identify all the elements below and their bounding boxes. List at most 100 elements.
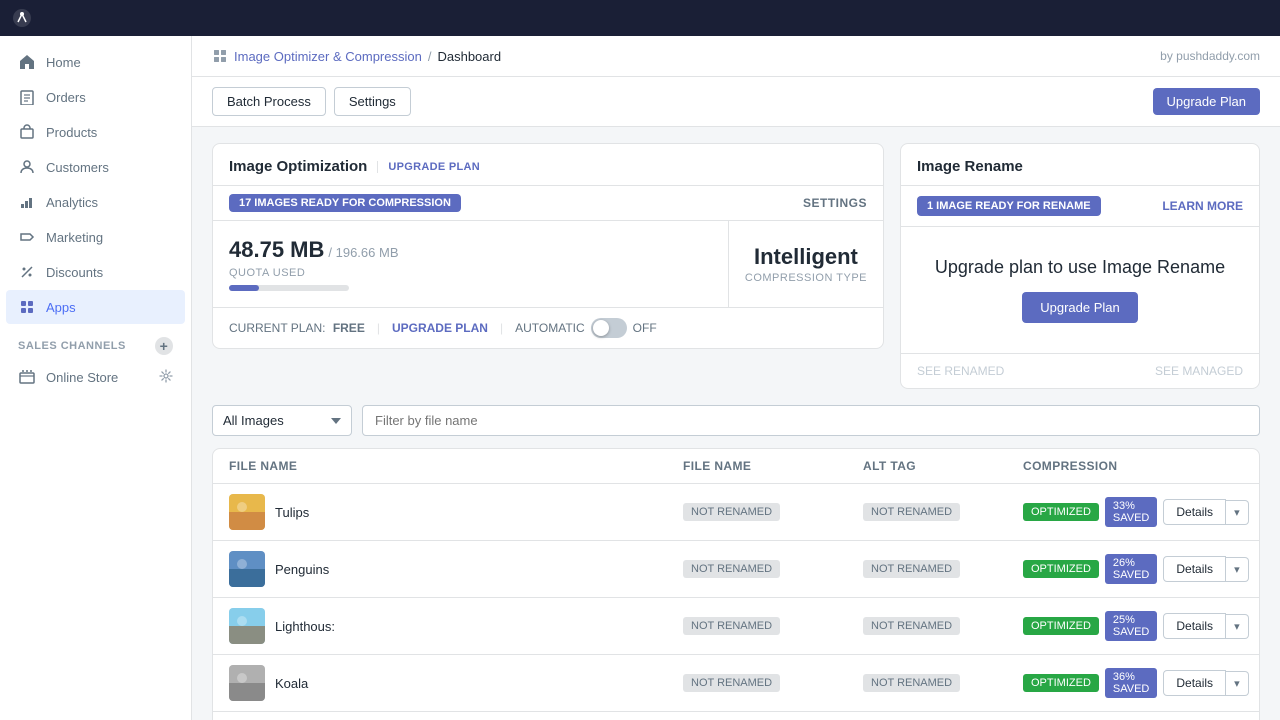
filename-tag: NOT RENAMED [683,674,780,692]
details-button[interactable]: Details [1163,499,1226,525]
saved-tag: 25% SAVED [1105,611,1157,641]
col-header-filename: File name [229,459,683,473]
sidebar-label-online-store: Online Store [46,370,118,385]
compression-cell: OPTIMIZED 36% SAVED Details ▾ [1023,668,1243,698]
online-store-settings-icon[interactable] [159,369,173,386]
sidebar-label-orders: Orders [46,90,86,105]
thumbnail [229,608,265,644]
details-dropdown-arrow[interactable]: ▾ [1226,614,1249,639]
filename-tag: NOT RENAMED [683,503,780,521]
image-optimization-panel: Image Optimization UPGRADE PLAN 17 IMAGE… [212,143,884,389]
optimization-upgrade-link[interactable]: UPGRADE PLAN [377,161,480,173]
saved-tag: 36% SAVED [1105,668,1157,698]
file-name-cell: Koala [229,665,683,701]
settings-button[interactable]: Settings [334,87,411,116]
see-renamed-link[interactable]: SEE RENAMED [917,364,1004,378]
thumbnail [229,551,265,587]
details-btn-group: Details ▾ [1163,613,1248,639]
optimization-card: Image Optimization UPGRADE PLAN 17 IMAGE… [212,143,884,349]
file-name-text: Tulips [275,505,309,520]
filter-row: All Images Optimized Not Optimized [212,405,1260,436]
batch-process-button[interactable]: Batch Process [212,87,326,116]
main-layout: Home Orders Products Customers Analytics [0,36,1280,720]
see-managed-link[interactable]: SEE MANAGED [1155,364,1243,378]
alt-tag: NOT RENAMED [863,674,960,692]
toolbar: Batch Process Settings Upgrade Plan [192,77,1280,127]
sidebar-item-orders[interactable]: Orders [6,80,185,114]
automatic-label: AUTOMATIC [515,321,585,335]
rename-badge-row: 1 IMAGE READY FOR RENAME LEARN MORE [901,185,1259,226]
marketing-icon [18,228,36,246]
status-tag: OPTIMIZED [1023,617,1099,635]
toggle-state-label: OFF [633,321,657,335]
optimization-title: Image Optimization [229,158,367,175]
optimization-settings-link[interactable]: SETTINGS [803,196,867,210]
alt-tag-cell: NOT RENAMED [863,617,1023,635]
breadcrumb-app-name[interactable]: Image Optimizer & Compression [234,49,422,64]
rename-learn-more-link[interactable]: LEARN MORE [1162,199,1243,213]
details-button[interactable]: Details [1163,613,1226,639]
details-button[interactable]: Details [1163,556,1226,582]
quota-label: QUOTA USED [229,267,305,279]
add-sales-channel-btn[interactable]: + [155,337,173,355]
top-bar [0,0,1280,36]
details-dropdown-arrow[interactable]: ▾ [1226,557,1249,582]
col-header-name: File name [683,459,863,473]
details-button[interactable]: Details [1163,670,1226,696]
customers-icon [18,158,36,176]
compression-sub-label: COMPRESSION TYPE [745,272,867,284]
details-dropdown-arrow[interactable]: ▾ [1226,500,1249,525]
automatic-toggle-wrapper: AUTOMATIC OFF [515,318,657,338]
details-dropdown-arrow[interactable]: ▾ [1226,671,1249,696]
sidebar-label-customers: Customers [46,160,109,175]
products-icon [18,123,36,141]
footer-upgrade-link[interactable]: UPGRADE PLAN [392,321,488,335]
col-header-compression: Compression [1023,459,1243,473]
sidebar-label-marketing: Marketing [46,230,103,245]
filter-by-filename-input[interactable] [362,405,1260,436]
sidebar-label-apps: Apps [46,300,76,315]
sidebar-item-home[interactable]: Home [6,45,185,79]
rename-upgrade-text: Upgrade plan to use Image Rename [935,257,1225,278]
filename-tag-cell: NOT RENAMED [683,503,863,521]
quota-stat-block: 48.75 MB / 196.66 MB QUOTA USED [213,221,729,307]
upgrade-plan-button[interactable]: Upgrade Plan [1153,88,1261,115]
sidebar-item-analytics[interactable]: Analytics [6,185,185,219]
image-list-section: All Images Optimized Not Optimized File … [192,405,1280,720]
sidebar-item-apps[interactable]: Apps [6,290,185,324]
saved-tag: 33% SAVED [1105,497,1157,527]
automatic-toggle[interactable] [591,318,627,338]
sidebar-item-online-store[interactable]: Online Store [6,360,185,394]
file-name-cell: Tulips [229,494,683,530]
rename-content-area: Upgrade plan to use Image Rename Upgrade… [901,226,1259,353]
sidebar-item-marketing[interactable]: Marketing [6,220,185,254]
sidebar-item-customers[interactable]: Customers [6,150,185,184]
breadcrumb-icon [212,48,228,64]
image-table: File name File name ALT tag Compression … [212,448,1260,720]
progress-bar-bg [229,285,349,291]
sales-channels-label: SALES CHANNELS + [0,325,191,359]
compression-cell: OPTIMIZED 25% SAVED Details ▾ [1023,611,1243,641]
optimization-badge-row: 17 IMAGES READY FOR COMPRESSION SETTINGS [213,185,883,220]
table-header: File name File name ALT tag Compression [213,449,1259,484]
sidebar-item-products[interactable]: Products [6,115,185,149]
alt-tag-cell: NOT RENAMED [863,560,1023,578]
thumbnail [229,494,265,530]
content-area: Image Optimizer & Compression / Dashboar… [192,36,1280,720]
rename-upgrade-btn[interactable]: Upgrade Plan [1022,292,1138,323]
rename-ready-badge: 1 IMAGE READY FOR RENAME [917,196,1101,216]
table-row: Koala NOT RENAMED NOT RENAMED OPTIMIZED … [213,655,1259,712]
rename-card: Image Rename 1 IMAGE READY FOR RENAME LE… [900,143,1260,389]
status-tag: OPTIMIZED [1023,503,1099,521]
breadcrumb-current: Dashboard [437,49,501,64]
images-filter-select[interactable]: All Images Optimized Not Optimized [212,405,352,436]
table-row: Tulips NOT RENAMED NOT RENAMED OPTIMIZED… [213,484,1259,541]
sidebar-item-discounts[interactable]: Discounts [6,255,185,289]
sidebar-label-home: Home [46,55,81,70]
compression-cell: OPTIMIZED 26% SAVED Details ▾ [1023,554,1243,584]
toggle-knob [593,320,609,336]
table-body: Tulips NOT RENAMED NOT RENAMED OPTIMIZED… [213,484,1259,720]
filename-tag-cell: NOT RENAMED [683,560,863,578]
optimization-footer: CURRENT PLAN: FREE | UPGRADE PLAN | AUTO… [213,307,883,348]
details-btn-group: Details ▾ [1163,556,1248,582]
